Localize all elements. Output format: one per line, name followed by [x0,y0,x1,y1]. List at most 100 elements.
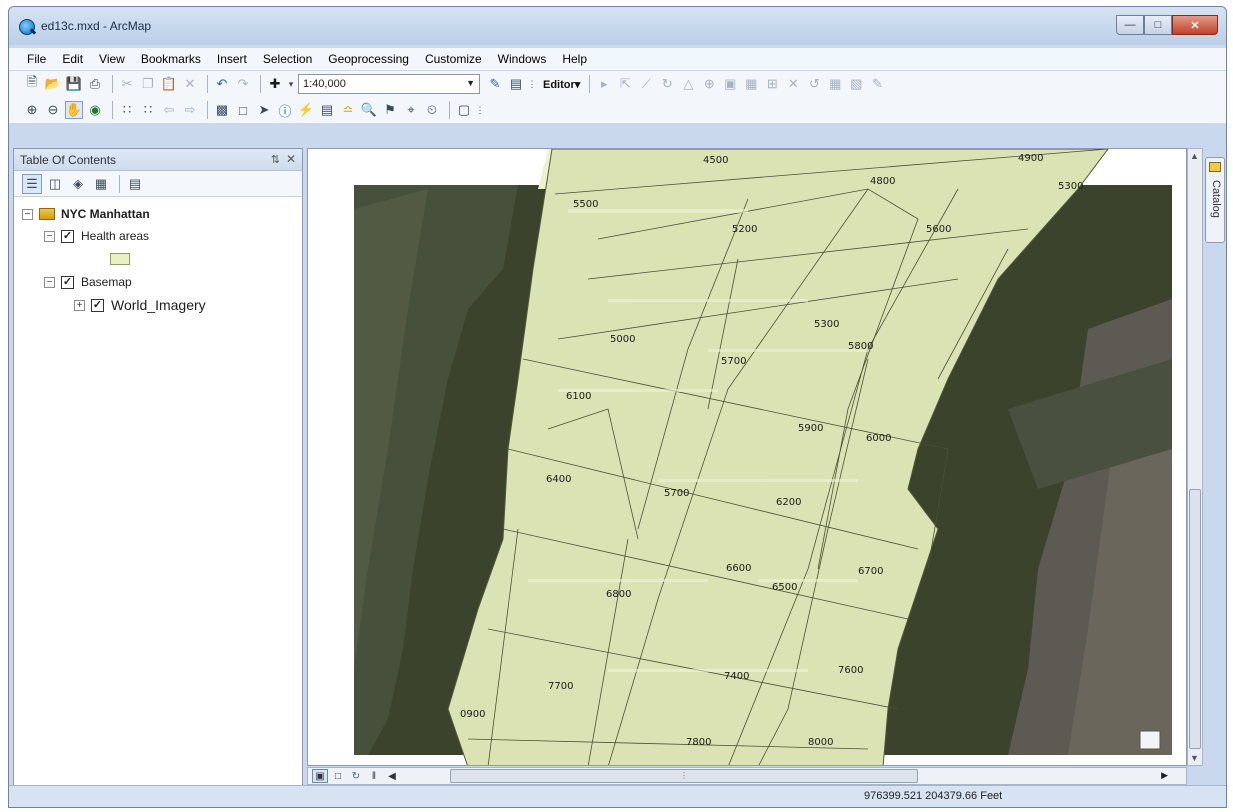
trace-icon[interactable]: △ [679,75,697,93]
collapse-icon[interactable]: − [44,230,55,242]
collapse-icon[interactable]: − [44,276,55,288]
add-data-dropdown-icon[interactable]: ▾ [287,75,295,93]
map-view[interactable]: 4500 4800 4900 5300 5500 5200 5600 5000 … [307,148,1187,766]
find-route-icon[interactable]: ⚑ [381,101,399,119]
reshape-icon[interactable]: ▦ [742,75,760,93]
catalog-tab[interactable]: Catalog [1205,157,1225,243]
vertical-scroll-thumb[interactable] [1189,489,1201,749]
map-vertical-scrollbar[interactable]: ▲ ▼ [1187,148,1203,766]
cut-icon[interactable]: ✂ [118,75,136,93]
save-icon[interactable]: 💾 [65,75,83,93]
horizontal-scroll-thumb[interactable]: ⋮ [450,769,918,783]
toolbar-overflow-2-icon[interactable]: ⋮ [476,101,485,119]
edit-annotation-icon[interactable]: ⇱ [616,75,634,93]
layer-health-areas[interactable]: − ✓ Health areas [44,225,149,247]
copy-icon[interactable]: ❐ [139,75,157,93]
menu-file[interactable]: File [19,52,54,66]
map-label: 8000 [808,737,833,748]
close-icon[interactable]: ✕ [286,152,296,166]
edit-vertices-icon[interactable]: ▣ [721,75,739,93]
menu-edit[interactable]: Edit [54,52,91,66]
dataframe-node[interactable]: − NYC Manhattan [22,203,150,225]
menu-bookmarks[interactable]: Bookmarks [133,52,209,66]
menu-selection[interactable]: Selection [255,52,320,66]
fixed-zoom-in-icon[interactable]: ∷ [118,101,136,119]
pause-drawing-icon[interactable]: ‖ [366,769,382,783]
point-icon[interactable]: ⊕ [700,75,718,93]
open-folder-icon[interactable]: 📂 [44,75,62,93]
straight-segment-icon[interactable]: ⟋ [637,75,655,93]
scroll-down-icon[interactable]: ▼ [1190,753,1199,763]
time-slider-icon[interactable]: ⏲ [423,101,441,119]
collapse-icon[interactable]: − [22,208,33,220]
close-button[interactable]: ✕ [1172,15,1218,35]
measure-icon[interactable]: ≏ [339,101,357,119]
list-by-visibility-icon[interactable]: ◈ [68,174,88,194]
minimize-button[interactable]: — [1116,15,1144,35]
layer-basemap[interactable]: − ✓ Basemap [44,271,132,293]
pan-icon[interactable]: ✋ [65,101,83,119]
list-by-selection-icon[interactable]: ▦ [91,174,111,194]
data-view-icon[interactable]: ▣ [312,769,328,783]
expand-icon[interactable]: + [74,299,85,311]
layer-visibility-checkbox[interactable]: ✓ [61,229,74,243]
menu-insert[interactable]: Insert [209,52,255,66]
paste-icon[interactable]: 📋 [160,75,178,93]
layer-world-imagery[interactable]: + ✓ World_Imagery [74,294,206,316]
delete-icon[interactable]: ✕ [181,75,199,93]
scroll-left-icon[interactable]: ◀ [384,769,400,783]
go-back-icon[interactable]: ⇦ [160,101,178,119]
chevron-down-icon[interactable]: ▼ [466,78,475,88]
scroll-right-icon[interactable]: ▶ [1161,770,1168,781]
refresh-icon[interactable]: ↻ [348,769,364,783]
menu-windows[interactable]: Windows [490,52,555,66]
editor-toolbar-icon[interactable]: ✎ [486,75,504,93]
sketch-properties-icon[interactable]: ▧ [847,75,865,93]
map-canvas[interactable]: 4500 4800 4900 5300 5500 5200 5600 5000 … [308,149,1187,766]
find-icon[interactable]: 🔍 [360,101,378,119]
scroll-up-icon[interactable]: ▲ [1190,151,1199,161]
layer-visibility-checkbox[interactable]: ✓ [91,298,104,312]
create-features-icon[interactable]: ✎ [868,75,886,93]
end-point-arc-icon[interactable]: ↻ [658,75,676,93]
menu-customize[interactable]: Customize [417,52,490,66]
table-of-contents-icon[interactable]: ▤ [507,75,525,93]
pin-icon[interactable]: ⇅ [271,153,280,166]
zoom-in-icon[interactable]: ⊕ [23,101,41,119]
identify-icon[interactable]: ⓘ [276,101,294,119]
maximize-button[interactable]: □ [1144,15,1172,35]
select-elements-icon[interactable]: ➤ [255,101,273,119]
cut-polygon-icon[interactable]: ✕ [784,75,802,93]
attributes-icon[interactable]: ▦ [826,75,844,93]
editor-menu-button[interactable]: Editor▾ [539,78,584,91]
go-to-xy-icon[interactable]: ⌖ [402,101,420,119]
split-icon[interactable]: ⊞ [763,75,781,93]
options-icon[interactable]: ▤ [125,174,145,194]
add-data-icon[interactable]: ✚ [266,75,284,93]
fixed-zoom-out-icon[interactable]: ∷ [139,101,157,119]
menu-help[interactable]: Help [554,52,595,66]
undo-icon[interactable]: ↶ [213,75,231,93]
edit-tool-icon[interactable]: ▸ [595,75,613,93]
menu-geoprocessing[interactable]: Geoprocessing [320,52,417,66]
html-popup-icon[interactable]: ▤ [318,101,336,119]
layer-visibility-checkbox[interactable]: ✓ [61,275,74,289]
redo-icon[interactable]: ↷ [234,75,252,93]
list-by-source-icon[interactable]: ◫ [45,174,65,194]
hyperlink-icon[interactable]: ⚡ [297,101,315,119]
full-extent-icon[interactable]: ◉ [86,101,104,119]
map-scale-combo[interactable]: 1:40,000 ▼ [298,74,480,94]
layer-label: World_Imagery [111,297,206,313]
new-document-icon[interactable]: 🗎 [23,74,41,93]
rotate-icon[interactable]: ↺ [805,75,823,93]
print-icon[interactable]: ⎙ [86,75,104,93]
toolbar-overflow-icon[interactable]: ⋮ [528,75,537,93]
go-forward-icon[interactable]: ⇨ [181,101,199,119]
list-by-drawing-order-icon[interactable]: ☰ [22,173,42,194]
clear-selection-icon[interactable]: □ [234,101,252,119]
menu-view[interactable]: View [91,52,133,66]
select-features-icon[interactable]: ▩ [213,101,231,119]
zoom-out-icon[interactable]: ⊖ [44,101,62,119]
create-viewer-icon[interactable]: ▢ [455,101,473,119]
layout-view-icon[interactable]: □ [330,769,346,783]
